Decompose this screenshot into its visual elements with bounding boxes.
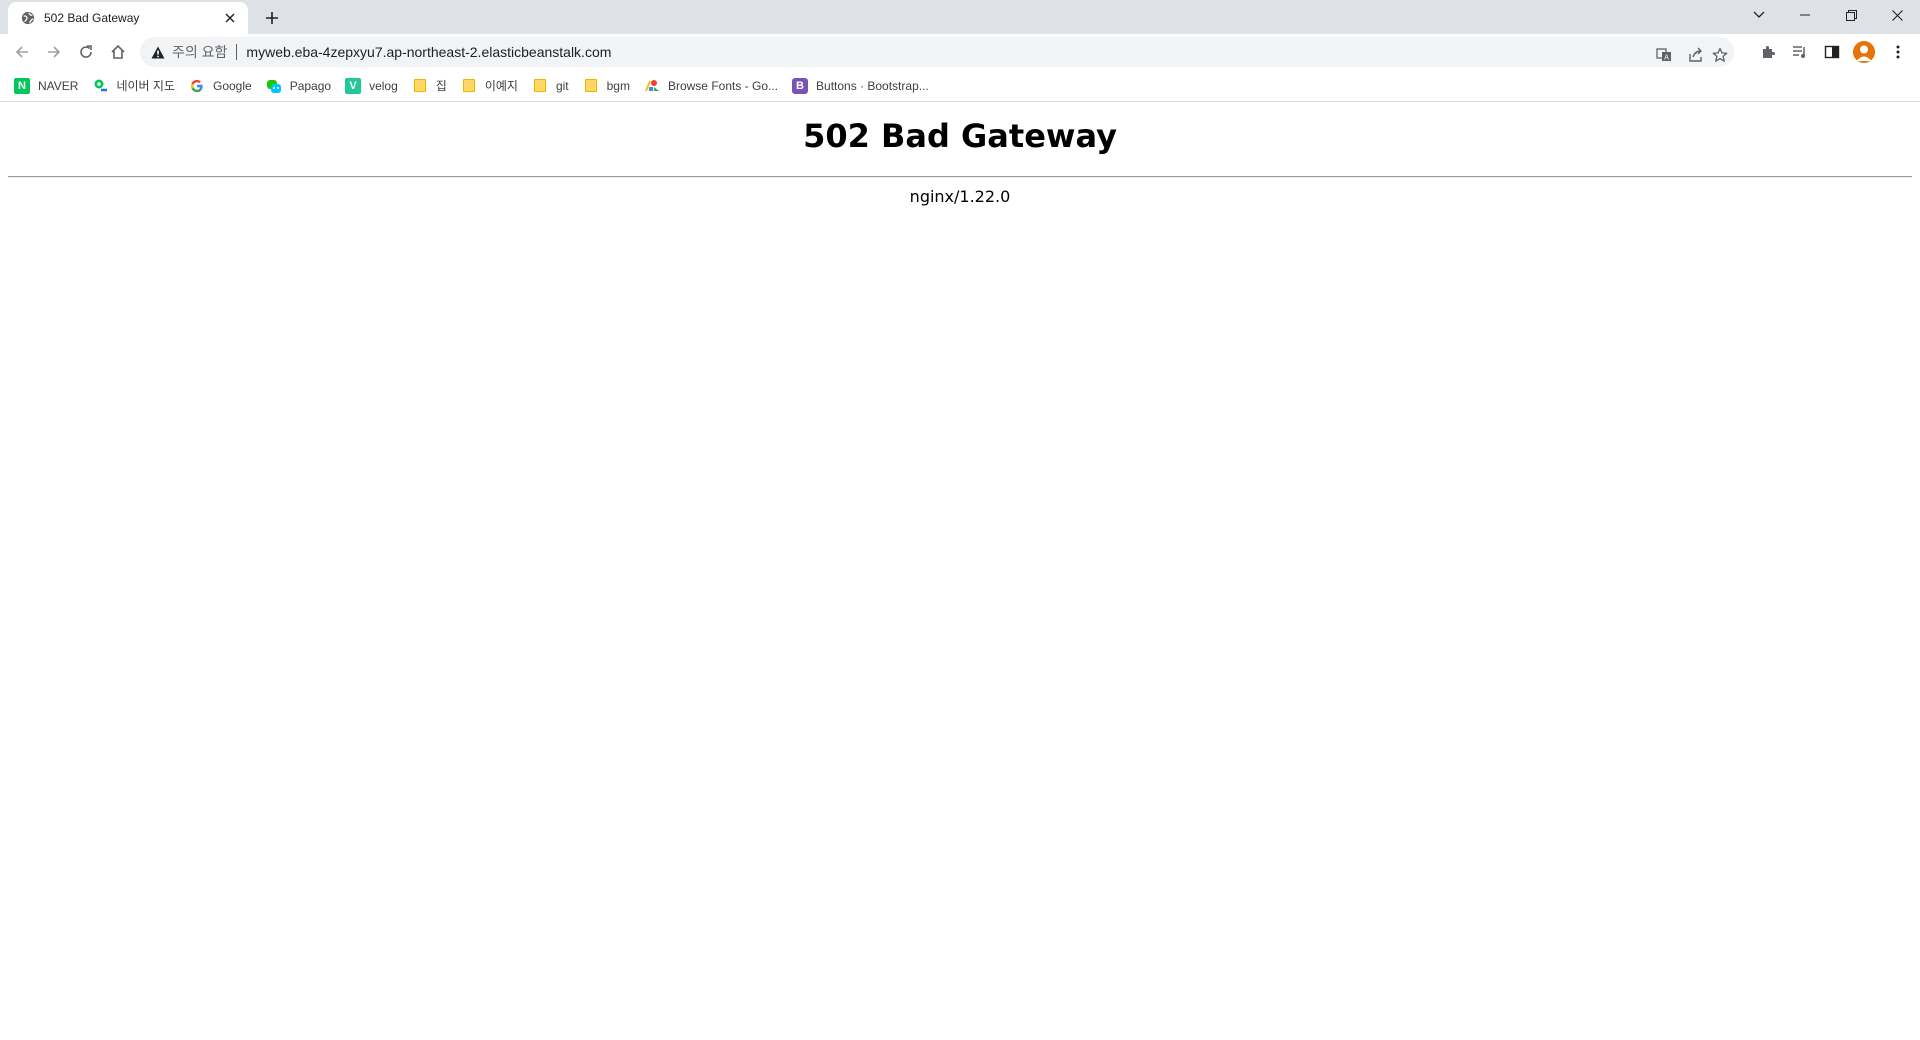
bookmark-label: 네이버 지도 [116,79,175,93]
papago-icon [266,78,282,94]
google-fonts-icon [644,78,660,94]
bookmark-folder-bgm[interactable]: bgm [579,74,638,98]
bookmark-label: Google [213,78,252,93]
divider [8,176,1912,178]
velog-icon: V [345,77,362,94]
tab-title: 502 Bad Gateway [44,11,140,25]
restore-icon[interactable] [1828,0,1874,30]
google-icon [189,78,205,94]
tab-search-icon[interactable] [1736,0,1782,30]
page-content: 502 Bad Gateway nginx/1.22.0 [0,102,1920,1040]
bookmark-papago[interactable]: Papago [262,74,339,98]
warning-icon[interactable] [150,44,166,60]
bookmark-label: Browse Fonts - Go... [667,78,779,93]
bookmark-velog[interactable]: V velog [341,74,406,98]
bookmark-naver[interactable]: N NAVER [10,74,86,98]
folder-icon [412,78,428,94]
bookmarks-bar: N NAVER 네이버 지도 Google Papago V velog 집 이… [0,70,1920,102]
omnibox-divider [236,44,238,60]
extensions-icon[interactable] [1754,38,1782,66]
globe-icon [20,10,36,26]
bookmark-folder-home[interactable]: 집 [408,74,455,98]
bookmark-label: 이예지 [484,79,518,93]
bookmark-folder-person[interactable]: 이예지 [457,74,526,98]
side-panel-icon[interactable] [1818,38,1846,66]
reload-icon[interactable] [72,38,100,66]
bookmark-label: NAVER [38,78,79,93]
bookmark-label: 집 [435,79,447,93]
media-queue-icon[interactable] [1786,38,1814,66]
security-label[interactable]: 주의 요함 [172,42,227,62]
browser-toolbar: 주의 요함 myweb.eba-4zepxyu7.ap-northeast-2.… [0,34,1920,70]
tab-close-icon[interactable] [222,10,238,26]
svg-text:A: A [1664,54,1669,62]
avatar-icon [1853,41,1875,63]
kebab-menu-icon[interactable] [1884,38,1912,66]
url-text[interactable]: myweb.eba-4zepxyu7.ap-northeast-2.elasti… [246,44,611,60]
folder-icon [532,78,548,94]
tab-strip: 502 Bad Gateway [0,0,1920,34]
profile-avatar[interactable] [1850,38,1878,66]
bookmark-star-icon[interactable] [1706,41,1734,69]
address-bar[interactable]: 주의 요함 myweb.eba-4zepxyu7.ap-northeast-2.… [140,37,1734,67]
bookmark-label: bgm [606,78,630,93]
bookmark-label: Buttons · Bootstrap... [816,78,929,93]
forward-icon[interactable] [40,38,68,66]
bookmark-google[interactable]: Google [185,74,260,98]
bookmark-naver-map[interactable]: 네이버 지도 [88,74,183,98]
bookmark-label: velog [369,78,398,93]
bookmark-bootstrap[interactable]: B Buttons · Bootstrap... [788,74,937,98]
minimize-icon[interactable] [1782,0,1828,30]
home-icon[interactable] [104,38,132,66]
new-tab-button[interactable] [260,6,284,30]
naver-icon: N [14,77,30,94]
server-signature: nginx/1.22.0 [909,187,1011,206]
bookmark-label: git [555,78,569,93]
back-icon[interactable] [8,38,36,66]
bootstrap-icon: B [792,77,809,94]
bookmark-label: Papago [289,78,332,93]
naver-map-icon [92,78,108,94]
folder-icon [461,78,477,94]
bookmark-google-fonts[interactable]: Browse Fonts - Go... [640,74,786,98]
browser-tab[interactable]: 502 Bad Gateway [8,2,248,34]
translate-icon[interactable]: A [1650,41,1678,69]
page-heading: 502 Bad Gateway [803,117,1117,155]
bookmark-folder-git[interactable]: git [528,74,577,98]
close-icon[interactable] [1874,0,1920,30]
folder-icon [583,78,599,94]
